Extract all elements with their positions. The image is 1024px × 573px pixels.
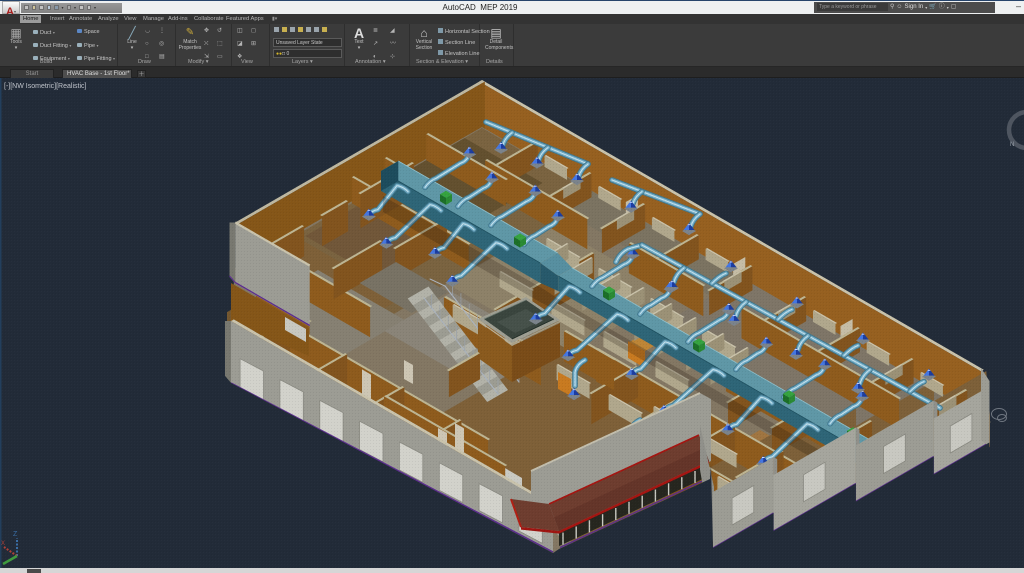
svg-text:Z: Z: [13, 531, 18, 538]
svg-text:[-][NW Isometric][Realistic]: [-][NW Isometric][Realistic]: [4, 83, 87, 90]
svg-text:N: N: [1010, 142, 1014, 148]
svg-text:X: X: [1, 541, 5, 547]
